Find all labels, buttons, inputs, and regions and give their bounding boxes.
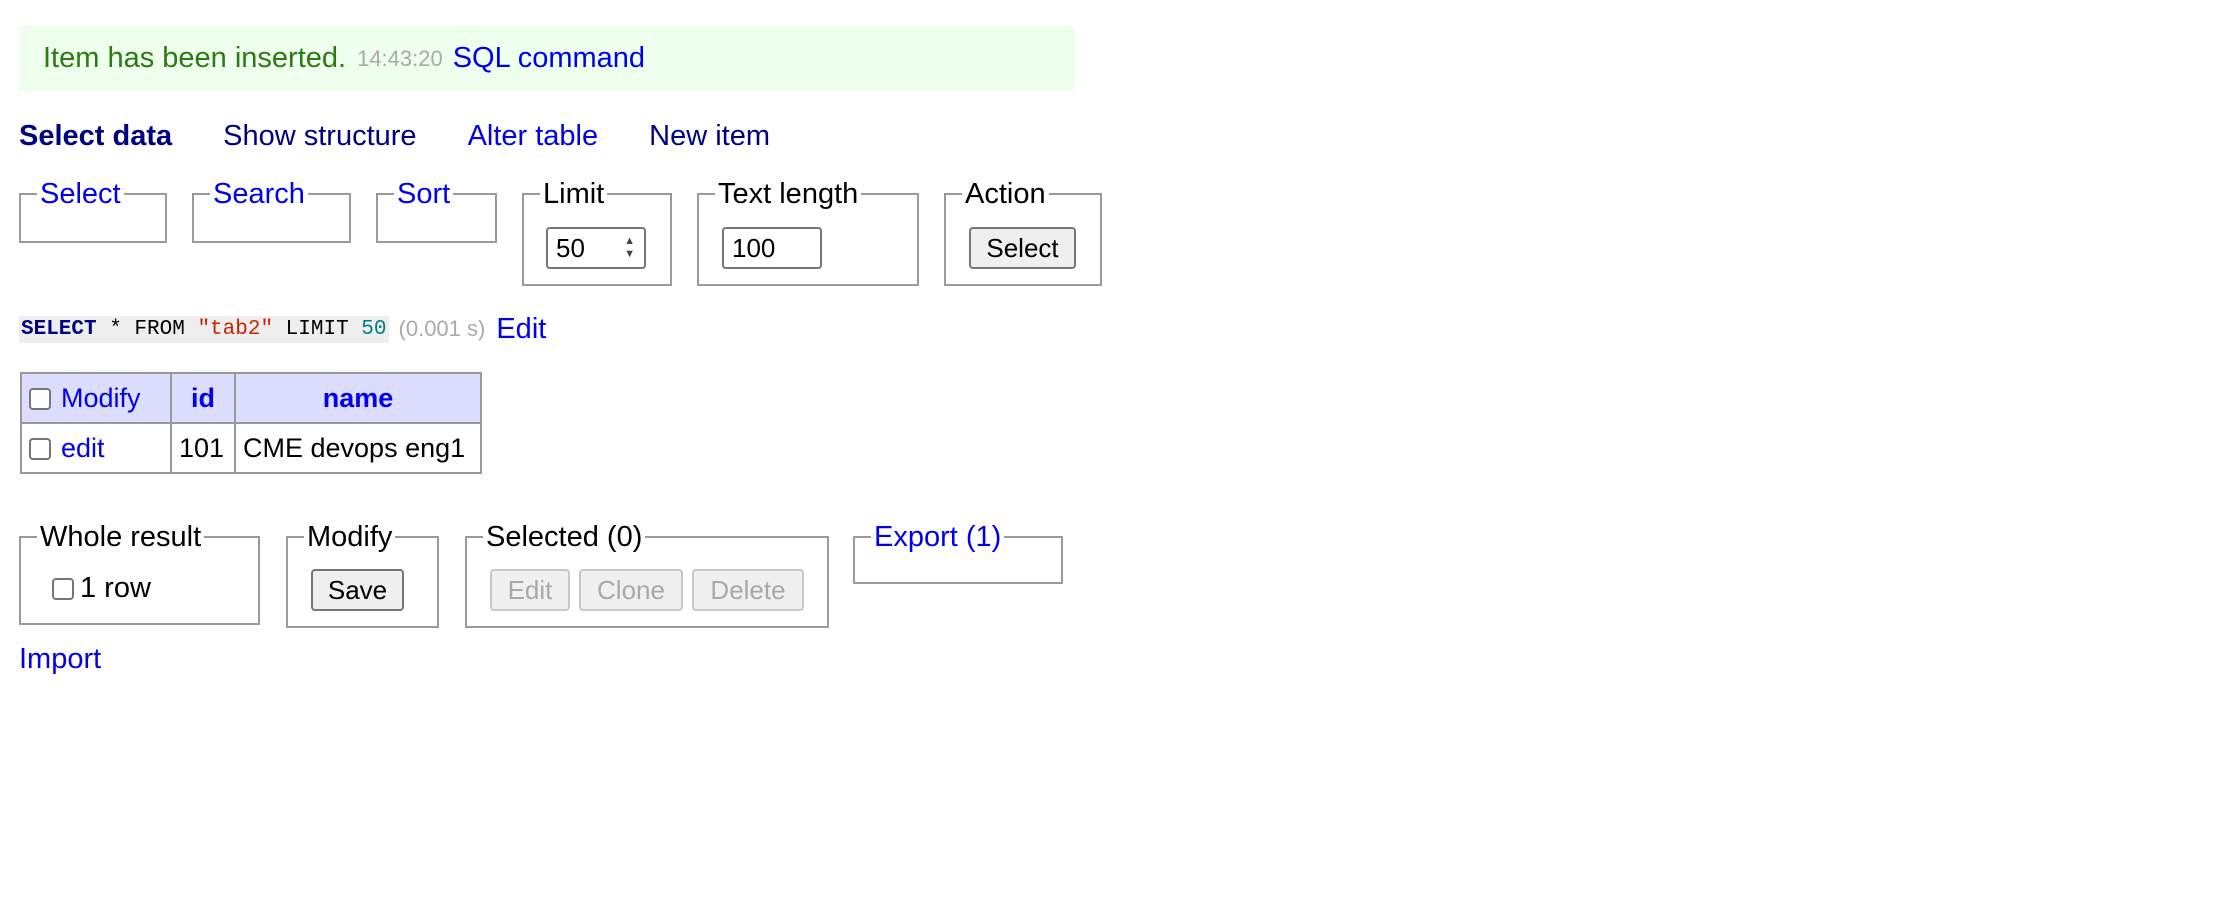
limit-legend: Limit (543, 178, 605, 210)
nav-alter-table[interactable]: Alter table (468, 120, 599, 153)
page: Item has been inserted. 14:43:20 SQL com… (0, 0, 2214, 912)
sql-command-link[interactable]: SQL command (453, 42, 645, 75)
id-column-header[interactable]: id (170, 372, 236, 424)
select-columns-toggle[interactable]: Select (37, 178, 124, 210)
select-button[interactable]: Select (969, 227, 1076, 269)
spinner-arrows-icon[interactable]: ▲ ▼ (624, 235, 635, 261)
nav-show-structure[interactable]: Show structure (223, 120, 416, 153)
query-line: SELECT * FROM "tab2" LIMIT 50 (0.001 s) … (19, 313, 546, 345)
text-length-input[interactable]: 100 (722, 227, 822, 269)
message-time: 14:43:20 (357, 45, 443, 71)
sql-limit-value: 50 (361, 317, 387, 341)
search-fieldset: Search (192, 178, 351, 243)
export-toggle[interactable]: Export (1) (871, 521, 1004, 553)
table-row: edit 101 CME devops eng1 (20, 422, 482, 474)
sql-keyword-limit: LIMIT (273, 317, 362, 341)
sql-query: SELECT * FROM "tab2" LIMIT 50 (19, 315, 389, 343)
id-header-link[interactable]: id (191, 383, 215, 413)
sort-fieldset: Sort (376, 178, 497, 243)
search-toggle[interactable]: Search (210, 178, 308, 210)
select-all-checkbox[interactable] (29, 388, 51, 411)
row-select-cell: edit (20, 422, 172, 474)
sql-table-name: "tab2" (197, 317, 274, 341)
name-column-header[interactable]: name (234, 372, 482, 424)
export-fieldset: Export (1) (853, 521, 1063, 584)
nav-new-item[interactable]: New item (649, 120, 770, 153)
nav-select-data: Select data (19, 119, 173, 152)
row-id-cell: 101 (170, 422, 236, 474)
table-nav: Select data Show structure Alter table N… (19, 116, 821, 156)
sql-keyword-select: SELECT (21, 317, 97, 341)
row-edit-link[interactable]: edit (61, 433, 105, 463)
text-length-legend: Text length (718, 178, 859, 210)
clone-selected-button[interactable]: Clone (579, 569, 683, 611)
select-columns-fieldset: Select (19, 178, 167, 243)
sort-toggle[interactable]: Sort (394, 178, 453, 210)
row-count-label: 1 row (80, 572, 151, 604)
limit-input[interactable]: 50 ▲ ▼ (546, 227, 646, 269)
data-table: Modify id name edit 101 CME devops eng1 (20, 372, 482, 474)
import-link[interactable]: Import (19, 643, 101, 676)
message-text: Item has been inserted. (43, 42, 347, 74)
row-name-cell: CME devops eng1 (234, 422, 482, 474)
limit-value: 50 (556, 233, 585, 263)
name-header-link[interactable]: name (323, 383, 394, 413)
text-length-value: 100 (732, 233, 776, 263)
edit-selected-button[interactable]: Edit (490, 569, 570, 611)
modify-header-link[interactable]: Modify (61, 383, 141, 413)
whole-result-option[interactable]: 1 row (52, 572, 151, 605)
row-checkbox[interactable] (29, 438, 51, 461)
modify-header: Modify (20, 372, 172, 424)
table-header-row: Modify id name (20, 372, 482, 424)
sql-from: * FROM (96, 317, 198, 341)
save-button[interactable]: Save (311, 569, 404, 611)
selected-legend: Selected (0) (486, 521, 643, 553)
action-legend: Action (965, 178, 1046, 210)
success-message: Item has been inserted. 14:43:20 SQL com… (19, 26, 1075, 91)
query-time: (0.001 s) (398, 316, 486, 341)
whole-result-legend: Whole result (40, 521, 202, 553)
delete-selected-button[interactable]: Delete (692, 569, 804, 611)
whole-result-checkbox[interactable] (52, 577, 74, 600)
edit-query-link[interactable]: Edit (496, 313, 546, 346)
modify-legend: Modify (307, 521, 393, 553)
